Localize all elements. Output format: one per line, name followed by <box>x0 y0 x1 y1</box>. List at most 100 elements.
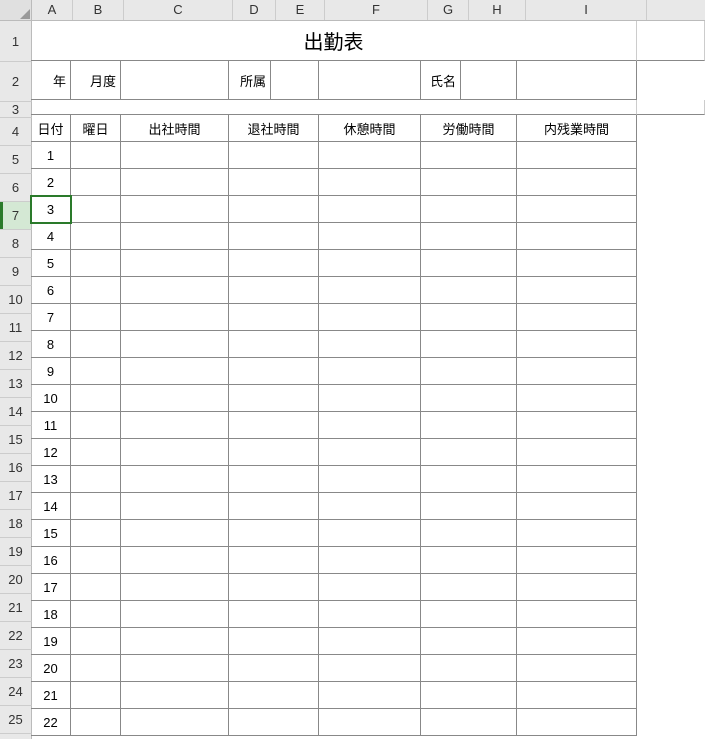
cell-weekday[interactable] <box>71 466 121 493</box>
col-header-D[interactable]: D <box>233 0 276 20</box>
cell-date[interactable]: 19 <box>31 628 71 655</box>
cell-date[interactable]: 5 <box>31 250 71 277</box>
cell-end[interactable] <box>229 331 319 358</box>
cell-date[interactable]: 13 <box>31 466 71 493</box>
row-header[interactable]: 10 <box>0 286 32 314</box>
cell-end[interactable] <box>229 277 319 304</box>
cell-overtime[interactable] <box>517 601 637 628</box>
cell-weekday[interactable] <box>71 547 121 574</box>
cell-break[interactable] <box>319 304 421 331</box>
cell-overtime[interactable] <box>517 358 637 385</box>
row-header[interactable]: 20 <box>0 566 32 594</box>
cells-area[interactable]: 出勤表 年 月度 所属 氏名 日付 <box>31 21 705 739</box>
cell-break[interactable] <box>319 439 421 466</box>
cell-overtime[interactable] <box>517 304 637 331</box>
row-header[interactable]: 3 <box>0 102 32 118</box>
cell-break[interactable] <box>319 709 421 736</box>
cell-start[interactable] <box>121 655 229 682</box>
cell-end[interactable] <box>229 223 319 250</box>
cell-weekday[interactable] <box>71 574 121 601</box>
cell-end[interactable] <box>229 574 319 601</box>
spacer[interactable] <box>637 100 705 115</box>
cell-break[interactable] <box>319 628 421 655</box>
cell-overtime[interactable] <box>517 574 637 601</box>
cell-date[interactable]: 22 <box>31 709 71 736</box>
cell-break[interactable] <box>319 196 421 223</box>
cell-break[interactable] <box>319 574 421 601</box>
row-header[interactable]: 11 <box>0 314 32 342</box>
cell-weekday[interactable] <box>71 331 121 358</box>
row-header[interactable]: 6 <box>0 174 32 202</box>
cell-overtime[interactable] <box>517 250 637 277</box>
cell-break[interactable] <box>319 385 421 412</box>
row-header[interactable]: 23 <box>0 650 32 678</box>
cell-date[interactable]: 3 <box>31 196 71 223</box>
row-header[interactable]: 22 <box>0 622 32 650</box>
col-header-I[interactable]: I <box>526 0 647 20</box>
cell-end[interactable] <box>229 250 319 277</box>
cell-work[interactable] <box>421 412 517 439</box>
cell-work[interactable] <box>421 709 517 736</box>
hdr-work[interactable]: 労働時間 <box>421 115 517 142</box>
cell-weekday[interactable] <box>71 358 121 385</box>
cell-weekday[interactable] <box>71 250 121 277</box>
row-header[interactable]: 5 <box>0 146 32 174</box>
cell-weekday[interactable] <box>71 628 121 655</box>
cell-start[interactable] <box>121 358 229 385</box>
cell-work[interactable] <box>421 358 517 385</box>
cell-work[interactable] <box>421 466 517 493</box>
cell-start[interactable] <box>121 277 229 304</box>
cell-start[interactable] <box>121 142 229 169</box>
dept-value2[interactable] <box>319 61 421 100</box>
cell-date[interactable]: 20 <box>31 655 71 682</box>
cell-overtime[interactable] <box>517 709 637 736</box>
col-header-F[interactable]: F <box>325 0 428 20</box>
row-header[interactable]: 15 <box>0 426 32 454</box>
row-header[interactable]: 8 <box>0 230 32 258</box>
cell-break[interactable] <box>319 250 421 277</box>
cell-overtime[interactable] <box>517 682 637 709</box>
col-header-B[interactable]: B <box>73 0 124 20</box>
cell-end[interactable] <box>229 358 319 385</box>
cell-date[interactable]: 16 <box>31 547 71 574</box>
row-header[interactable]: 13 <box>0 370 32 398</box>
row-header[interactable]: 2 <box>0 62 32 102</box>
row-header[interactable]: 16 <box>0 454 32 482</box>
cell-start[interactable] <box>121 466 229 493</box>
cell-overtime[interactable] <box>517 169 637 196</box>
cell-break[interactable] <box>319 223 421 250</box>
hdr-weekday[interactable]: 曜日 <box>71 115 121 142</box>
cell-work[interactable] <box>421 628 517 655</box>
row-header[interactable]: 21 <box>0 594 32 622</box>
year-label[interactable]: 年 <box>31 61 71 100</box>
row-header[interactable]: 24 <box>0 678 32 706</box>
dept-label[interactable]: 所属 <box>229 61 271 100</box>
row-header[interactable]: 14 <box>0 398 32 426</box>
cell-weekday[interactable] <box>71 601 121 628</box>
cell-work[interactable] <box>421 493 517 520</box>
cell-end[interactable] <box>229 628 319 655</box>
cell-overtime[interactable] <box>517 628 637 655</box>
hdr-date[interactable]: 日付 <box>31 115 71 142</box>
cell-start[interactable] <box>121 493 229 520</box>
cell-end[interactable] <box>229 520 319 547</box>
cell-start[interactable] <box>121 412 229 439</box>
col-header-H[interactable]: H <box>469 0 526 20</box>
cell-start[interactable] <box>121 331 229 358</box>
cell-work[interactable] <box>421 547 517 574</box>
cell-date[interactable]: 6 <box>31 277 71 304</box>
cell-work[interactable] <box>421 655 517 682</box>
row-header-selected[interactable]: 7 <box>0 202 32 230</box>
cell-end[interactable] <box>229 466 319 493</box>
cell-end[interactable] <box>229 142 319 169</box>
col-header-E[interactable]: E <box>276 0 325 20</box>
cell-work[interactable] <box>421 250 517 277</box>
cell-overtime[interactable] <box>517 547 637 574</box>
cell-weekday[interactable] <box>71 142 121 169</box>
cell-start[interactable] <box>121 439 229 466</box>
cell-end[interactable] <box>229 385 319 412</box>
cell-end[interactable] <box>229 493 319 520</box>
cell-weekday[interactable] <box>71 169 121 196</box>
cell-weekday[interactable] <box>71 655 121 682</box>
cell-work[interactable] <box>421 574 517 601</box>
